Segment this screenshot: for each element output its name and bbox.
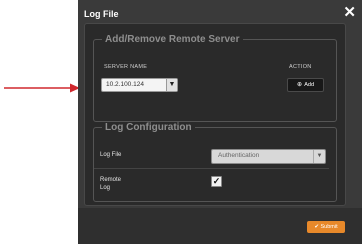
- log-configuration-legend: Log Configuration: [105, 122, 192, 133]
- server-name-select[interactable]: 10.2.100.124 ▼: [101, 78, 178, 92]
- remote-log-checkbox[interactable]: ✓: [211, 176, 222, 187]
- add-label: Add: [304, 82, 315, 88]
- plus-circle-icon: ⊕: [296, 82, 302, 88]
- row-divider: [94, 168, 329, 169]
- chevron-down-icon: ▼: [313, 150, 325, 163]
- log-file-value: Authentication: [218, 152, 260, 159]
- submit-button[interactable]: ✔ Submit: [307, 221, 345, 233]
- log-file-select[interactable]: Authentication ▼: [211, 149, 326, 164]
- pointer-arrow-icon: [4, 83, 80, 93]
- checkmark-icon: ✔: [314, 224, 319, 230]
- server-name-value: 10.2.100.124: [106, 81, 144, 88]
- add-server-button[interactable]: ⊕ Add: [287, 78, 324, 92]
- dialog-footer: ✔ Submit: [78, 208, 362, 244]
- action-column-header: ACTION: [289, 64, 312, 70]
- server-name-column-header: SERVER NAME: [104, 64, 148, 70]
- remote-log-label-line2: Log: [100, 185, 111, 191]
- close-icon[interactable]: ✕: [343, 3, 356, 21]
- dialog-title: Log File: [84, 9, 119, 19]
- log-file-dialog: Log File ✕ Add/Remove Remote Server Log …: [78, 0, 362, 244]
- log-file-label: Log File: [100, 152, 122, 158]
- submit-label: Submit: [320, 224, 338, 230]
- add-remove-server-legend: Add/Remove Remote Server: [105, 34, 240, 45]
- chevron-down-icon: ▼: [166, 79, 177, 91]
- remote-log-label-line1: Remote: [100, 177, 122, 183]
- checkmark-icon: ✓: [212, 176, 221, 186]
